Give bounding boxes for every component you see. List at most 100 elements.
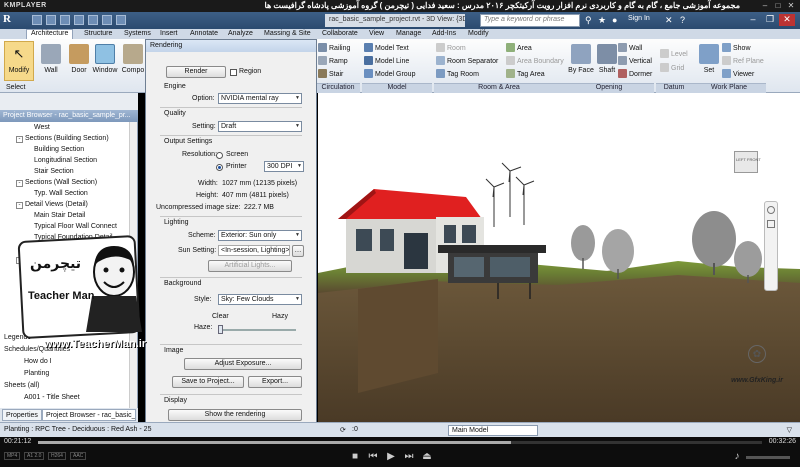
user-icon[interactable]: ● <box>612 15 617 25</box>
viewcube[interactable]: LEFT FRONT <box>728 145 762 179</box>
tab-structure[interactable]: Structure <box>84 29 112 39</box>
tab-manage[interactable]: Manage <box>396 29 421 39</box>
model-group-button[interactable]: Model Group <box>364 69 415 80</box>
artificial-lights-button[interactable]: Artificial Lights... <box>208 260 292 272</box>
3d-viewport[interactable]: LEFT FRONT ✿ www.GfxKing.ir <box>318 93 800 422</box>
modify-button[interactable]: ↖ Modify <box>4 41 34 81</box>
export-button[interactable]: Export... <box>248 376 302 388</box>
haze-slider-track[interactable] <box>218 329 296 331</box>
adjust-exposure-button[interactable]: Adjust Exposure... <box>184 358 302 370</box>
print-icon[interactable] <box>88 15 98 25</box>
minimize-icon[interactable]: – <box>760 1 770 11</box>
previous-icon[interactable]: ⏮ <box>366 451 380 462</box>
navigation-bar[interactable] <box>764 201 778 291</box>
tab-systems[interactable]: Systems <box>124 29 151 39</box>
railing-button[interactable]: Railing <box>318 43 350 54</box>
steering-wheel-icon[interactable] <box>767 206 775 214</box>
save-icon[interactable] <box>46 15 56 25</box>
lighting-scheme-select[interactable]: Exterior: Sun only <box>218 230 302 241</box>
volume-icon[interactable]: ♪ <box>730 451 744 462</box>
vertical-opening-button[interactable]: Vertical <box>618 56 652 67</box>
stop-icon[interactable]: ■ <box>348 451 362 462</box>
wall-opening-button[interactable]: Wall <box>618 43 642 54</box>
window-button[interactable]: Window <box>90 42 120 82</box>
model-text-button[interactable]: Model Text <box>364 43 409 54</box>
model-line-button[interactable]: Model Line <box>364 56 409 67</box>
save-to-project-button[interactable]: Save to Project... <box>172 376 244 388</box>
sign-in-link[interactable]: Sign In <box>628 15 650 22</box>
tree-item[interactable]: How do I <box>24 358 52 368</box>
show-rendering-button[interactable]: Show the rendering <box>168 409 302 421</box>
tree-item[interactable]: Sheets (all) <box>4 382 39 392</box>
eject-icon[interactable]: ⏏ <box>420 451 434 462</box>
measure-icon[interactable] <box>102 15 112 25</box>
tree-toggle-icon[interactable]: - <box>16 136 23 143</box>
play-icon[interactable]: ▶ <box>384 451 398 462</box>
ramp-button[interactable]: Ramp <box>318 56 348 67</box>
tree-item[interactable]: Building Section <box>34 146 84 156</box>
quality-setting-select[interactable]: Draft <box>218 121 302 132</box>
tree-item[interactable]: Longitudinal Section <box>34 157 97 167</box>
ref-plane-button[interactable]: Ref Plane <box>722 56 764 67</box>
help-icon[interactable]: ? <box>680 15 685 25</box>
app-restore-icon[interactable]: ❐ <box>762 14 778 26</box>
show-workplane-button[interactable]: Show <box>722 43 751 54</box>
tab-insert[interactable]: Insert <box>160 29 178 39</box>
volume-slider[interactable] <box>746 456 790 459</box>
worksharing-icon[interactable]: ⟳ <box>340 426 346 434</box>
tab-add-ins[interactable]: Add-Ins <box>432 29 456 39</box>
tree-item[interactable]: Planting <box>24 370 49 380</box>
level-button[interactable]: Level <box>660 49 688 60</box>
select-dropdown[interactable]: Select <box>6 84 25 91</box>
tree-item[interactable]: - Detail Views (Detail) <box>16 201 88 211</box>
zoom-icon[interactable] <box>767 220 775 228</box>
tree-item[interactable]: West <box>34 124 50 134</box>
tab-architecture[interactable]: Architecture <box>26 29 74 39</box>
open-icon[interactable] <box>32 15 42 25</box>
tree-item[interactable]: Stair Section <box>34 168 74 178</box>
dpi-select[interactable]: 300 DPI <box>264 161 304 172</box>
maximize-icon[interactable]: □ <box>773 1 783 11</box>
viewcube-front[interactable]: FRONT <box>747 157 761 162</box>
tree-item[interactable]: Typical Floor Wall Connect <box>34 223 117 233</box>
tree-toggle-icon[interactable]: - <box>16 180 23 187</box>
default-3d-view-icon[interactable] <box>116 15 126 25</box>
room-button[interactable]: Room <box>436 43 466 54</box>
grid-button[interactable]: Grid <box>660 63 684 74</box>
viewcube-box[interactable] <box>734 151 758 173</box>
tab-project-browser[interactable]: Project Browser - rac_basic_ <box>42 409 136 421</box>
tree-item[interactable]: A001 - Title Sheet <box>24 394 80 404</box>
region-checkbox[interactable] <box>230 69 237 76</box>
filter-icon[interactable]: ▽ <box>787 426 792 434</box>
sun-setting-browse-button[interactable]: … <box>292 245 304 257</box>
viewer-button[interactable]: Viewer <box>722 69 754 80</box>
search-input[interactable]: Type a keyword or phrase <box>480 14 580 27</box>
background-style-select[interactable]: Sky: Few Clouds <box>218 294 302 305</box>
tree-item[interactable]: Main Stair Detail <box>34 212 85 222</box>
seek-bar[interactable] <box>38 441 762 444</box>
tab-view[interactable]: View <box>369 29 384 39</box>
tab-properties[interactable]: Properties <box>2 409 42 421</box>
area-button[interactable]: Area <box>506 43 532 54</box>
tag-area-button[interactable]: Tag Area <box>506 69 545 80</box>
printer-radio[interactable] <box>216 164 223 171</box>
room-separator-button[interactable]: Room Separator <box>436 56 498 67</box>
close-icon[interactable]: ✕ <box>786 1 796 11</box>
dormer-button[interactable]: Dormer <box>618 69 652 80</box>
tab-massing-site[interactable]: Massing & Site <box>264 29 311 39</box>
area-boundary-button[interactable]: Area Boundary <box>506 56 564 67</box>
tree-item[interactable]: - Sections (Wall Section) <box>16 179 97 189</box>
tree-toggle-icon[interactable]: - <box>16 202 23 209</box>
undo-icon[interactable] <box>60 15 70 25</box>
component-button[interactable]: Compo <box>120 42 146 82</box>
app-close-icon[interactable]: ✕ <box>779 14 795 26</box>
design-option-select[interactable]: Main Model <box>448 425 538 436</box>
tab-modify[interactable]: Modify <box>468 29 489 39</box>
render-button[interactable]: Render <box>166 66 226 78</box>
exchange-icon[interactable]: ✕ <box>665 15 673 26</box>
tab-collaborate[interactable]: Collaborate <box>322 29 358 39</box>
subscription-icon[interactable]: ★ <box>598 15 606 26</box>
tab-annotate[interactable]: Annotate <box>190 29 218 39</box>
next-icon[interactable]: ⏭ <box>402 451 416 462</box>
tag-room-button[interactable]: Tag Room <box>436 69 479 80</box>
